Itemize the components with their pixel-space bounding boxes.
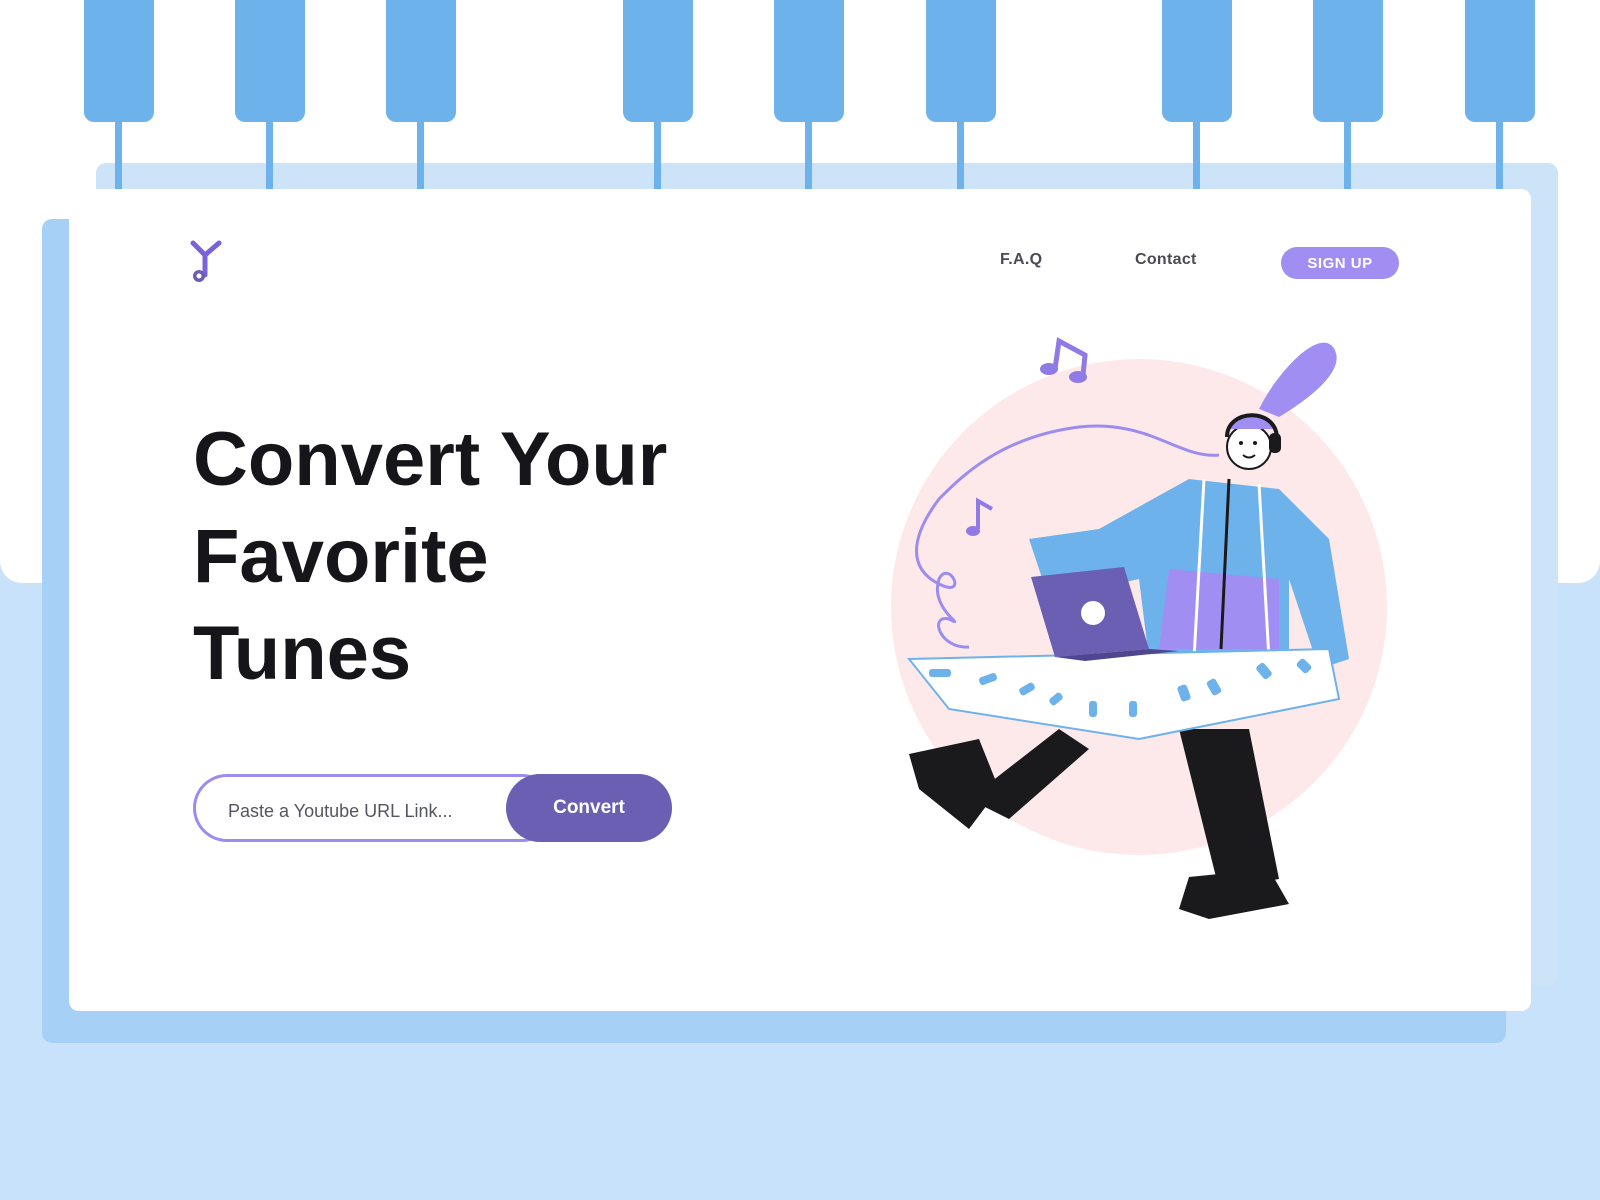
url-converter-form: Convert — [193, 774, 672, 842]
url-field-frame — [193, 774, 556, 842]
nav-contact-link[interactable]: Contact — [1135, 244, 1197, 276]
hero-title-line: Tunes — [193, 611, 412, 696]
music-note-logo-icon[interactable] — [189, 239, 229, 285]
sign-up-button[interactable]: SIGN UP — [1281, 247, 1399, 279]
musician-illustration — [849, 329, 1409, 939]
hero-title-line: Favorite — [193, 514, 489, 599]
youtube-url-input[interactable] — [226, 795, 530, 827]
landing-card: F.A.Q Contact SIGN UP Convert Your Favor… — [69, 189, 1531, 1011]
convert-button[interactable]: Convert — [506, 774, 672, 842]
hero-title-line: Convert Your — [193, 417, 668, 502]
nav-faq-link[interactable]: F.A.Q — [1000, 244, 1042, 276]
hero-title: Convert Your Favorite Tunes — [193, 411, 813, 702]
